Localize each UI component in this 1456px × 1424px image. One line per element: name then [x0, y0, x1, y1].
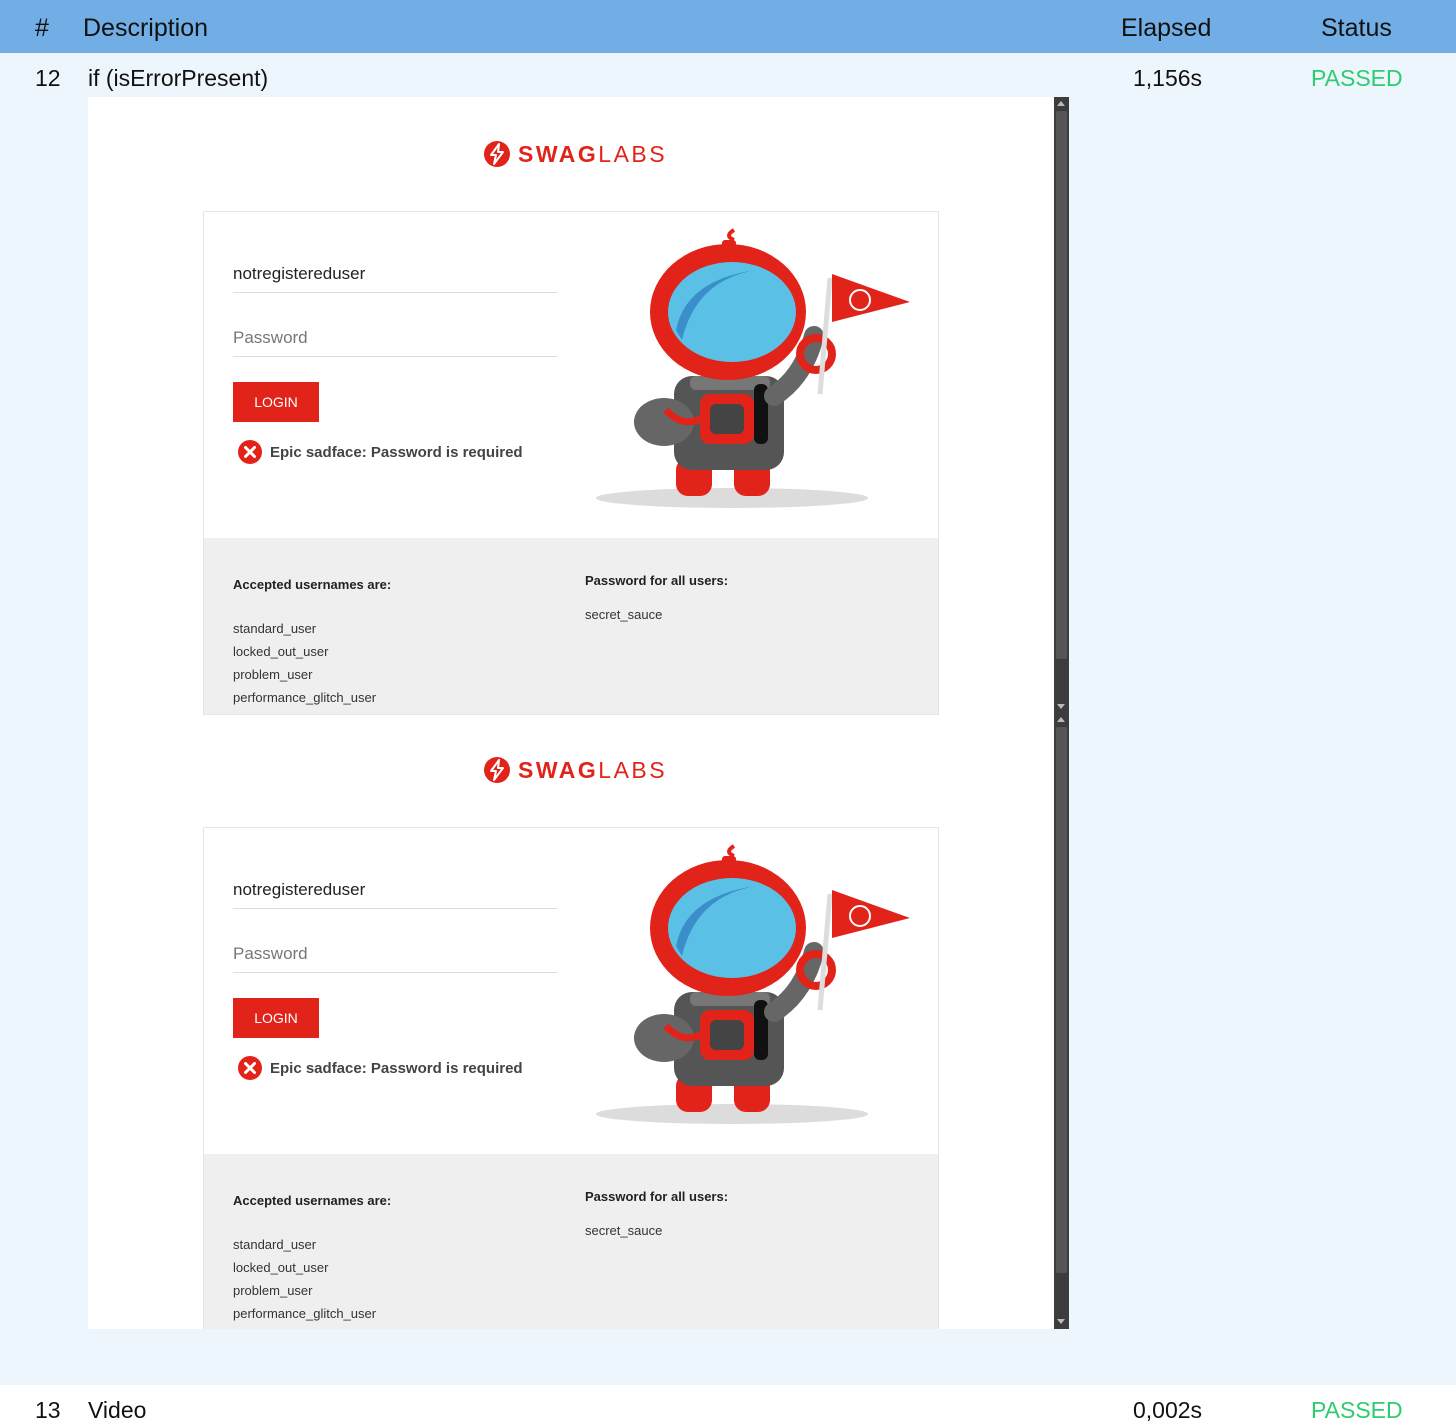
list-item: performance_glitch_user [233, 690, 377, 705]
list-item: problem_user [233, 1283, 313, 1298]
usernames-title: Accepted usernames are: [233, 1193, 392, 1208]
table-header: # Description Elapsed Status [0, 0, 1456, 53]
scrollbar-thumb[interactable] [1056, 111, 1067, 659]
list-item: locked_out_user [233, 1260, 329, 1275]
login-card: notregistereduser Password LOGIN Epic sa… [203, 211, 939, 715]
scroll-down-icon[interactable] [1057, 704, 1065, 709]
error-message: Epic sadface: Password is required [238, 1056, 523, 1080]
scroll-up-icon[interactable] [1057, 101, 1065, 106]
row-status: PASSED [1311, 1397, 1403, 1423]
error-message: Epic sadface: Password is required [238, 440, 523, 464]
robot-mascot-illustration [596, 228, 910, 508]
row-description: if (isErrorPresent) [88, 65, 269, 91]
row-elapsed: 0,002s [1133, 1397, 1203, 1423]
header-num: # [35, 14, 49, 42]
password-value: secret_sauce [585, 607, 663, 622]
header-status: Status [1321, 14, 1392, 42]
list-item: standard_user [233, 621, 317, 636]
swaglabs-bolt-icon [484, 141, 510, 167]
screenshot-scrollbar[interactable] [1054, 97, 1069, 1329]
login-button[interactable]: LOGIN [233, 382, 319, 422]
robot-mascot-illustration [596, 844, 910, 1124]
login-button[interactable]: LOGIN [233, 998, 319, 1038]
error-x-icon[interactable] [238, 1056, 262, 1080]
header-elapsed: Elapsed [1121, 14, 1212, 42]
list-item: problem_user [233, 667, 313, 682]
login-card: notregistereduser Password LOGIN Epic sa… [203, 827, 939, 1329]
password-field[interactable]: Password [233, 932, 557, 973]
password-field[interactable]: Password [233, 316, 557, 357]
usernames-title: Accepted usernames are: [233, 577, 392, 592]
login-page-capture: SWAGLABS notregistereduser Password LOGI… [88, 713, 1054, 1329]
usernames-list: standard_user locked_out_user problem_us… [233, 1233, 376, 1325]
row-elapsed: 1,156s [1133, 65, 1203, 91]
list-item: standard_user [233, 1237, 317, 1252]
credentials-info: Accepted usernames are: standard_user lo… [204, 1154, 938, 1329]
credentials-info: Accepted usernames are: standard_user lo… [204, 538, 938, 714]
error-x-icon[interactable] [238, 440, 262, 464]
username-field[interactable]: notregistereduser [233, 868, 557, 909]
scroll-down-icon[interactable] [1057, 1319, 1065, 1324]
login-page-capture: SWAGLABS notregistereduser Password LOGI… [88, 97, 1054, 715]
list-item: locked_out_user [233, 644, 329, 659]
scrollbar-thumb[interactable] [1056, 727, 1067, 1273]
swaglabs-bolt-icon [484, 757, 510, 783]
row-status: PASSED [1311, 65, 1403, 91]
row-num: 12 [35, 65, 61, 91]
header-description: Description [83, 14, 209, 42]
swaglabs-logo: SWAGLABS [483, 755, 667, 785]
usernames-list: standard_user locked_out_user problem_us… [233, 617, 376, 709]
row-description: Video [88, 1397, 147, 1423]
embedded-screenshot[interactable]: SWAGLABS notregistereduser Password LOGI… [88, 97, 1069, 1329]
list-item: performance_glitch_user [233, 1306, 377, 1321]
scroll-up-icon[interactable] [1057, 717, 1065, 722]
row-num: 13 [35, 1397, 61, 1423]
password-title: Password for all users: [585, 573, 729, 588]
swaglabs-logo: SWAGLABS [483, 139, 667, 169]
username-field[interactable]: notregistereduser [233, 252, 557, 293]
password-value: secret_sauce [585, 1223, 663, 1238]
password-title: Password for all users: [585, 1189, 729, 1204]
table-row: 13 Video 0,002s PASSED [0, 1385, 1456, 1423]
